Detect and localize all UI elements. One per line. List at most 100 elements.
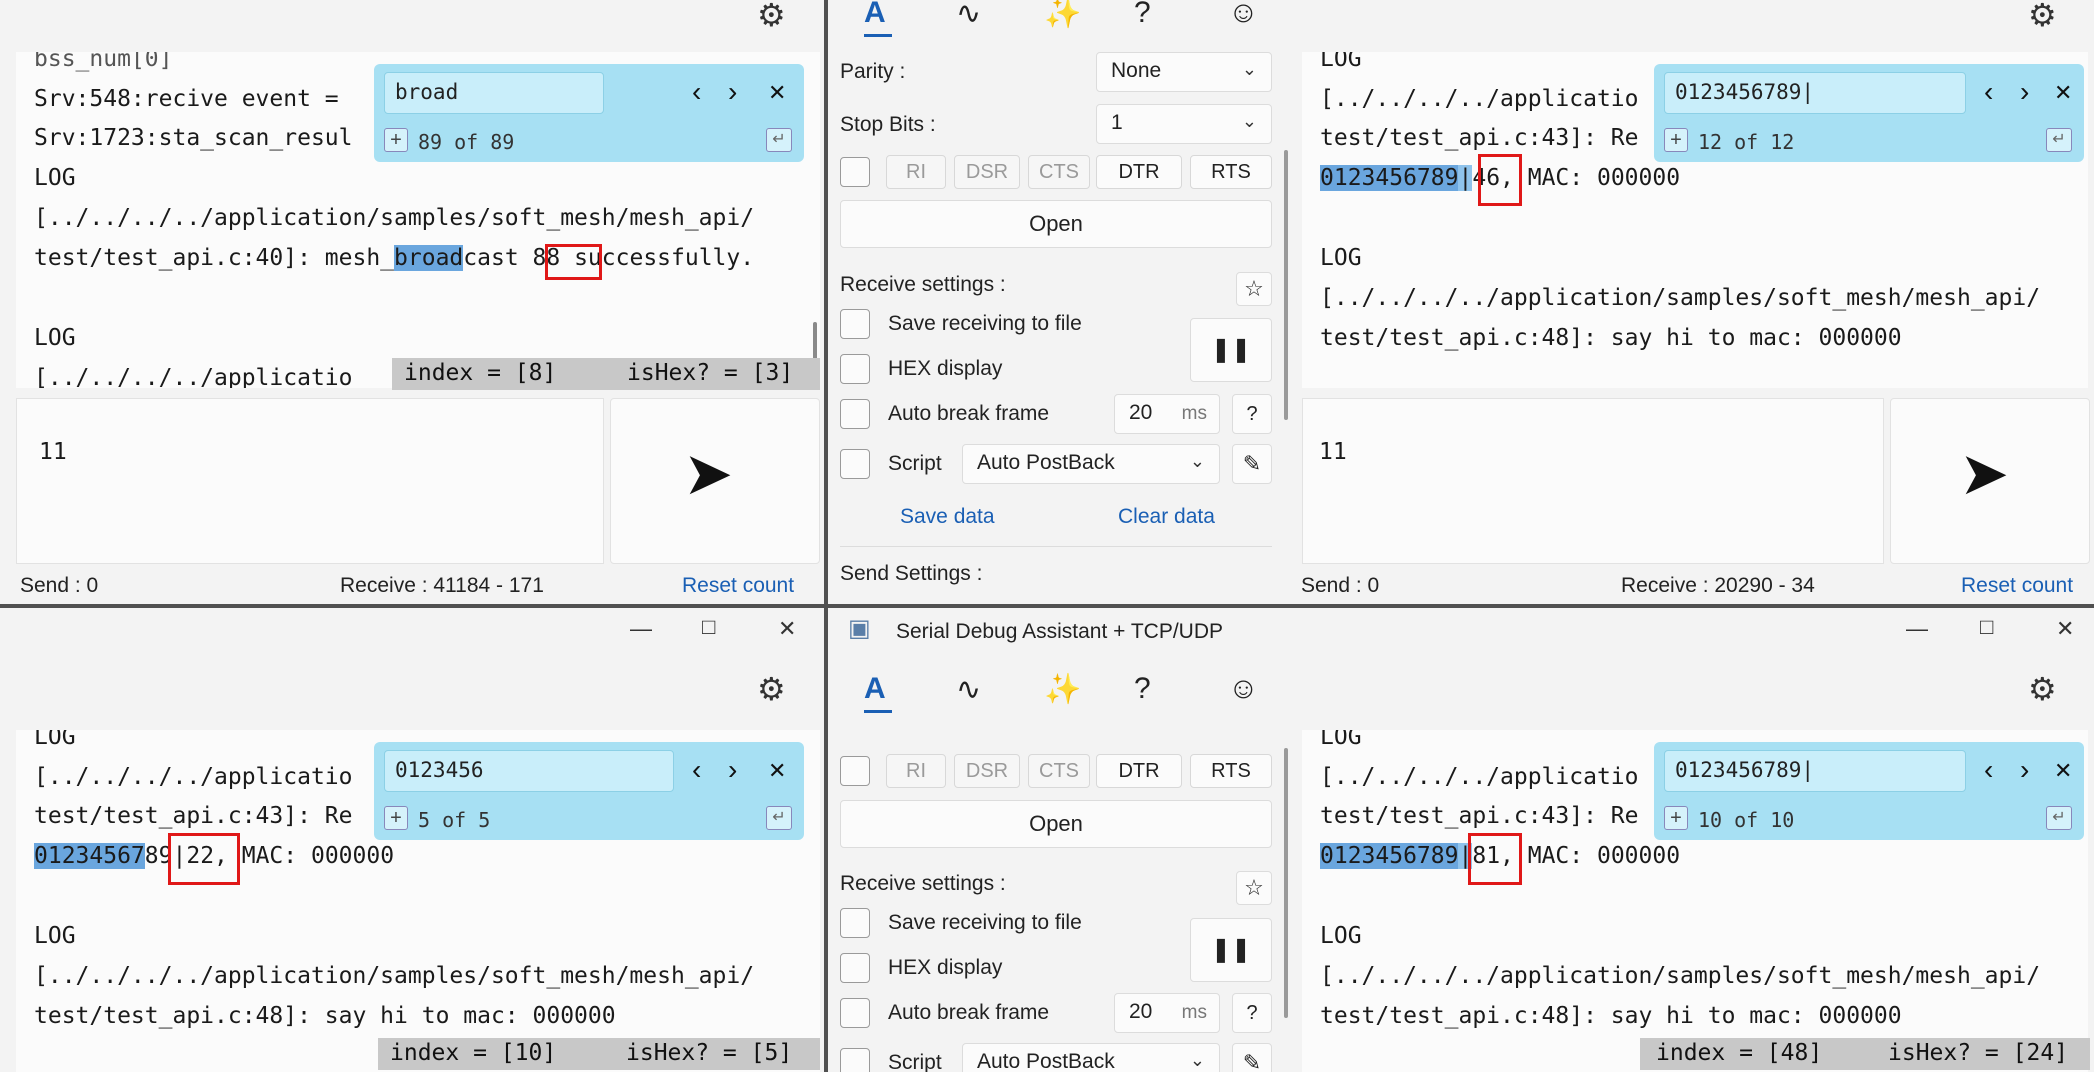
send-button[interactable]: ➤: [610, 398, 820, 564]
send-input[interactable]: 11: [1302, 398, 1884, 564]
help-icon[interactable]: ?: [1134, 672, 1151, 706]
find-input[interactable]: 0123456: [384, 750, 674, 792]
next-match-icon[interactable]: ›: [2020, 754, 2029, 786]
prev-match-icon[interactable]: ‹: [1984, 76, 1993, 108]
settings-gear-icon[interactable]: ⚙: [757, 670, 786, 708]
pin-rts[interactable]: RTS: [1190, 754, 1272, 788]
waveform-icon[interactable]: ∿: [956, 0, 981, 31]
settings-gear-icon[interactable]: ⚙: [2028, 0, 2057, 34]
log-line: LOG: [1320, 923, 1362, 949]
help-icon[interactable]: ?: [1134, 0, 1151, 30]
reset-count-link[interactable]: Reset count: [682, 574, 794, 598]
save-to-file-checkbox[interactable]: [840, 309, 870, 339]
close-find-icon[interactable]: ✕: [2054, 758, 2072, 784]
flow-control-checkbox[interactable]: [840, 756, 870, 786]
favorite-button[interactable]: ☆: [1236, 272, 1272, 306]
script-select[interactable]: Auto PostBack ⌄: [962, 1043, 1220, 1072]
pin-cts: CTS: [1028, 754, 1090, 788]
scrollbar-thumb[interactable]: [1284, 150, 1288, 420]
hex-display-checkbox[interactable]: [840, 953, 870, 983]
parity-select[interactable]: None ⌄: [1096, 52, 1272, 92]
pause-button[interactable]: ❚❚: [1190, 318, 1272, 382]
log-line: LOG: [1320, 730, 1362, 750]
prev-match-icon[interactable]: ‹: [692, 76, 701, 108]
font-icon[interactable]: A: [864, 672, 886, 706]
stop-bits-select[interactable]: 1 ⌄: [1096, 104, 1272, 144]
waveform-icon[interactable]: ∿: [956, 672, 981, 707]
script-checkbox[interactable]: [840, 449, 870, 479]
log-line: LOG: [34, 325, 76, 351]
flow-control-checkbox[interactable]: [840, 157, 870, 187]
scrollbar-thumb[interactable]: [813, 322, 817, 362]
close-window-icon[interactable]: ✕: [2056, 616, 2074, 642]
log-line: [../../../../application/samples/soft_me…: [34, 963, 755, 989]
expand-find-icon[interactable]: +: [1664, 806, 1688, 830]
reset-count-link[interactable]: Reset count: [1961, 574, 2073, 598]
break-help-button[interactable]: ?: [1232, 394, 1272, 434]
next-match-icon[interactable]: ›: [2020, 76, 2029, 108]
edit-script-button[interactable]: ✎: [1232, 1043, 1272, 1072]
close-find-icon[interactable]: ✕: [2054, 80, 2072, 106]
enter-icon[interactable]: ↵: [2046, 806, 2072, 830]
send-button[interactable]: ➤: [1890, 398, 2090, 564]
save-to-file-checkbox[interactable]: [840, 908, 870, 938]
find-input[interactable]: 0123456789|: [1664, 72, 1966, 114]
next-match-icon[interactable]: ›: [728, 76, 737, 108]
break-timeout-input[interactable]: 20 ms: [1114, 394, 1220, 434]
auto-break-checkbox[interactable]: [840, 998, 870, 1028]
open-port-button[interactable]: Open: [840, 200, 1272, 248]
chevron-down-icon: ⌄: [1189, 451, 1205, 471]
pin-dtr[interactable]: DTR: [1096, 155, 1182, 189]
send-input[interactable]: 11: [16, 398, 604, 564]
next-match-icon[interactable]: ›: [728, 754, 737, 786]
magic-icon[interactable]: ✨: [1044, 0, 1081, 31]
close-find-icon[interactable]: ✕: [768, 80, 786, 106]
break-help-button[interactable]: ?: [1232, 993, 1272, 1033]
ishex-value: isHex? = [3]: [627, 360, 794, 386]
script-select[interactable]: Auto PostBack ⌄: [962, 444, 1220, 484]
edit-script-button[interactable]: ✎: [1232, 444, 1272, 484]
enter-icon[interactable]: ↵: [766, 806, 792, 830]
smile-icon[interactable]: ☺: [1228, 0, 1259, 30]
settings-gear-icon[interactable]: ⚙: [2028, 670, 2057, 708]
pin-ri: RI: [886, 155, 946, 189]
prev-match-icon[interactable]: ‹: [1984, 754, 1993, 786]
open-port-button[interactable]: Open: [840, 800, 1272, 848]
enter-icon[interactable]: ↵: [2046, 128, 2072, 152]
minimize-icon[interactable]: —: [630, 616, 652, 642]
auto-break-label: Auto break frame: [888, 402, 1050, 425]
enter-icon[interactable]: ↵: [766, 128, 792, 152]
close-find-icon[interactable]: ✕: [768, 758, 786, 784]
auto-break-checkbox[interactable]: [840, 399, 870, 429]
scrollbar-thumb[interactable]: [1284, 748, 1288, 1018]
find-input[interactable]: 0123456789|: [1664, 750, 1966, 792]
log-line: [../../../../applicatio: [1320, 86, 1639, 112]
expand-find-icon[interactable]: +: [384, 806, 408, 830]
settings-gear-icon[interactable]: ⚙: [757, 0, 786, 34]
script-checkbox[interactable]: [840, 1048, 870, 1072]
pin-rts[interactable]: RTS: [1190, 155, 1272, 189]
pause-button[interactable]: ❚❚: [1190, 918, 1272, 982]
font-icon[interactable]: A: [864, 0, 886, 30]
maximize-icon[interactable]: □: [702, 614, 715, 640]
save-data-link[interactable]: Save data: [900, 505, 995, 529]
top-middle-window: A ∿ ✨ ? ☺ Parity : None ⌄ Stop Bits : 1 ⌄ …: [828, 0, 1298, 604]
pin-dtr[interactable]: DTR: [1096, 754, 1182, 788]
script-label: Script: [888, 1051, 942, 1072]
top-right-window: ⚙ LOG [../../../../applicatio test/test_…: [1300, 0, 2094, 604]
prev-match-icon[interactable]: ‹: [692, 754, 701, 786]
break-unit: ms: [1181, 403, 1207, 424]
favorite-button[interactable]: ☆: [1236, 871, 1272, 905]
break-timeout-input[interactable]: 20 ms: [1114, 993, 1220, 1033]
clear-data-link[interactable]: Clear data: [1118, 505, 1215, 529]
expand-find-icon[interactable]: +: [384, 128, 408, 152]
find-input[interactable]: broad: [384, 72, 604, 114]
smile-icon[interactable]: ☺: [1228, 672, 1259, 706]
expand-find-icon[interactable]: +: [1664, 128, 1688, 152]
minimize-icon[interactable]: —: [1906, 616, 1928, 642]
pause-icon: ❚❚: [1210, 936, 1252, 963]
close-window-icon[interactable]: ✕: [778, 616, 796, 642]
maximize-icon[interactable]: □: [1980, 614, 1993, 640]
hex-display-checkbox[interactable]: [840, 354, 870, 384]
magic-icon[interactable]: ✨: [1044, 672, 1081, 707]
